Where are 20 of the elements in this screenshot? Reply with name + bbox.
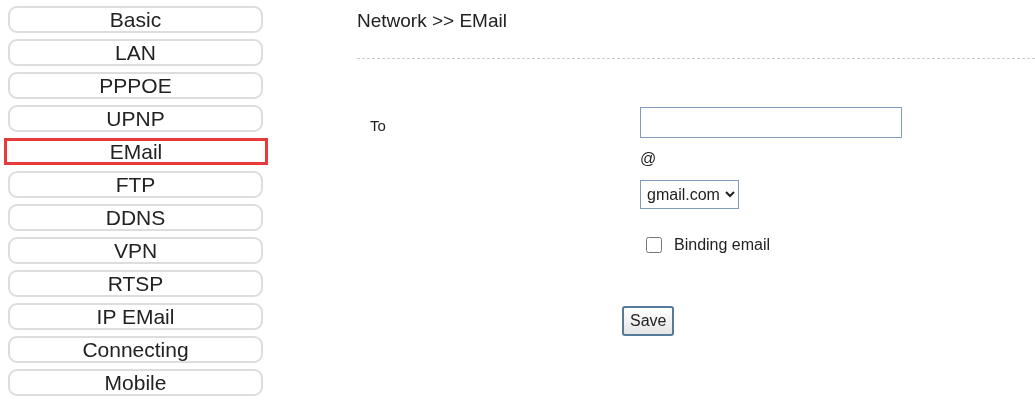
sidebar-item[interactable]: IP EMail	[8, 303, 263, 330]
binding-checkbox[interactable]	[646, 237, 662, 253]
to-field[interactable]	[640, 107, 902, 138]
binding-label: Binding email	[674, 236, 771, 254]
sidebar-item[interactable]: UPNP	[8, 105, 263, 132]
breadcrumb: Network >> EMail	[357, 10, 508, 33]
sidebar-item[interactable]: RTSP	[8, 270, 263, 297]
sidebar-item[interactable]: PPPOE	[8, 72, 263, 99]
sidebar-item[interactable]: DDNS	[8, 204, 263, 231]
to-label: To	[370, 117, 386, 134]
sidebar-item[interactable]: EMail	[4, 138, 268, 165]
sidebar-item[interactable]: Connecting	[8, 336, 263, 363]
sidebar-item[interactable]: FTP	[8, 171, 263, 198]
domain-select[interactable]: gmail.com	[640, 180, 739, 209]
sidebar-item[interactable]: Basic	[8, 6, 263, 33]
sidebar-item[interactable]: VPN	[8, 237, 263, 264]
sidebar-item[interactable]: Mobile	[8, 369, 263, 396]
sidebar-item[interactable]: LAN	[8, 39, 263, 66]
save-button[interactable]: Save	[622, 306, 675, 336]
at-sign: @	[640, 150, 657, 168]
